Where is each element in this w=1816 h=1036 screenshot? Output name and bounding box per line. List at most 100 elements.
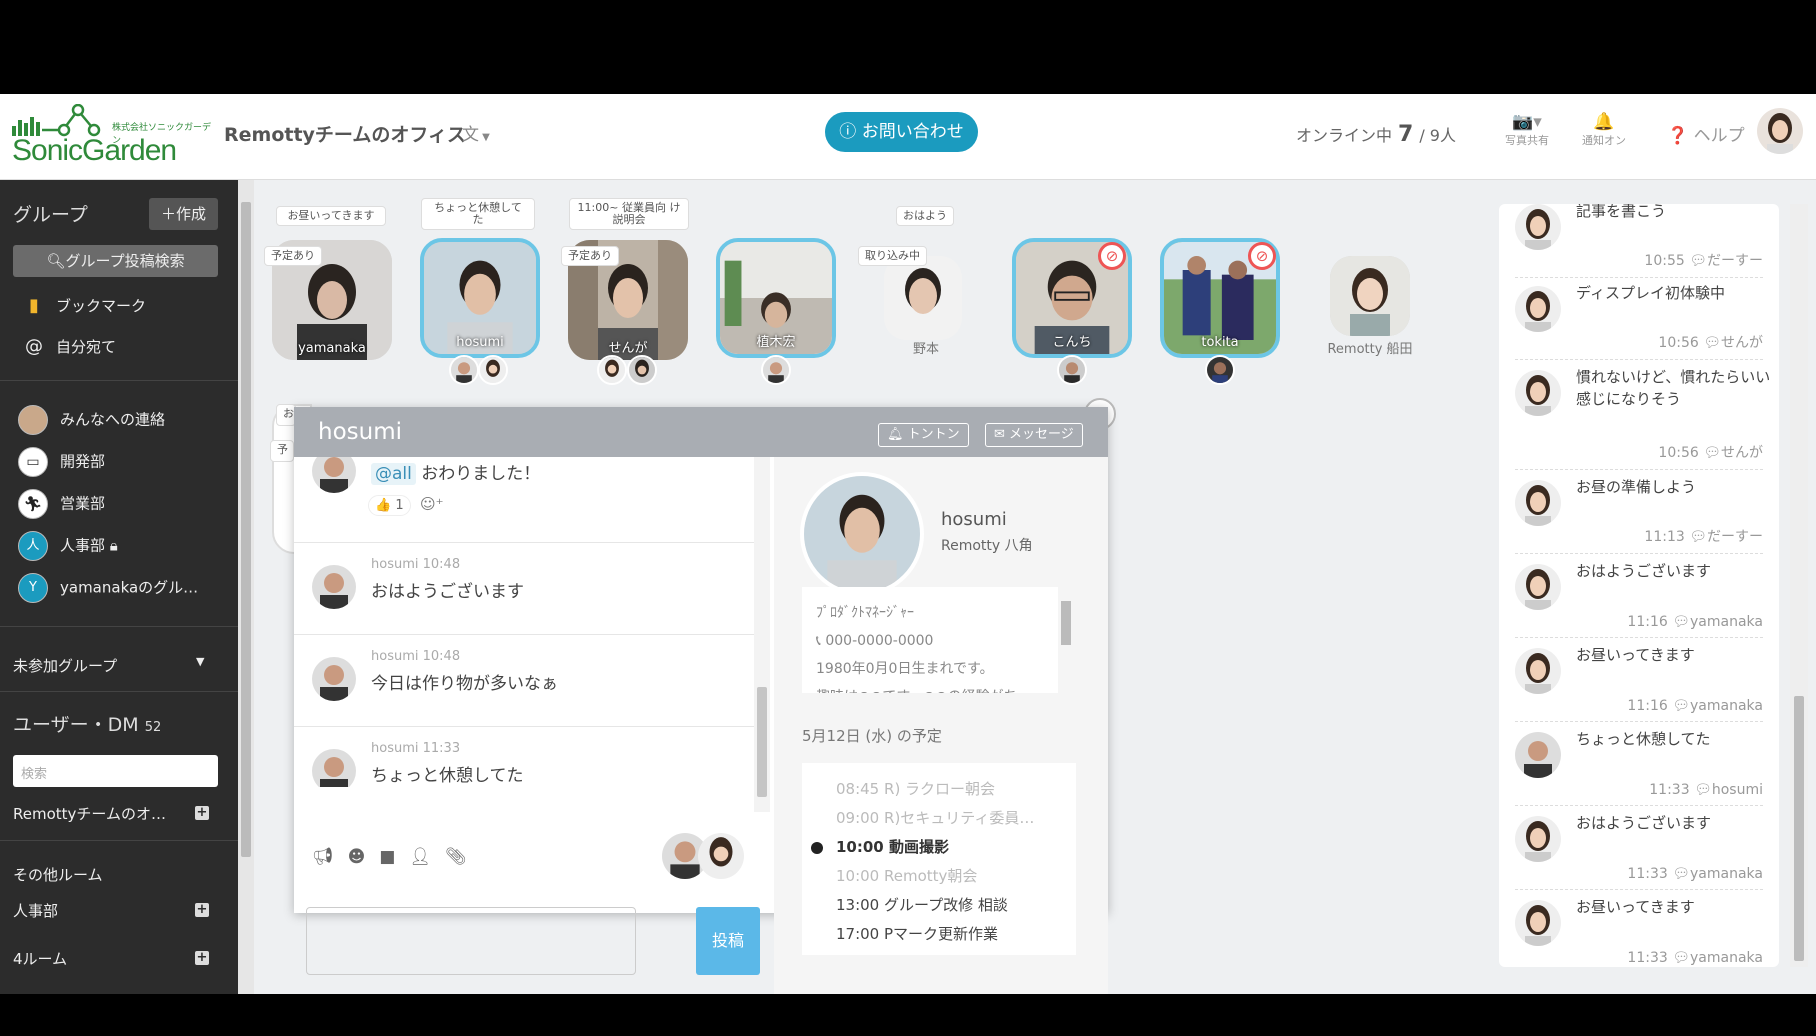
group-post-search-button[interactable]: 🔍︎グループ投稿検索 [13,245,218,277]
feed-item[interactable]: お昼の準備しよう 11:13 💬︎だーすー [1499,470,1779,554]
unjoined-groups-toggle[interactable]: 未参加グループ ▼ [13,655,204,676]
feed-meta: 11:16 💬︎yamanaka [1627,698,1763,714]
add-room-button[interactable]: + [195,951,209,965]
comment-icon: 💬︎ [1672,614,1691,630]
status-bubble: お [276,404,296,426]
top-bar: 株式会社ソニックガーデン SonicGarden Remottyチームのオフィス… [0,94,1816,180]
schedule-item-current[interactable]: 10:00 動画撮影 [802,833,1076,862]
camera-icon: 📷▾ [1512,112,1542,132]
video-icon[interactable]: ■ [379,847,395,867]
logo-text: SonicGarden [12,134,177,167]
tonton-button[interactable]: 🔔︎ トントン [878,423,969,447]
feed-user: せんが [1721,445,1763,461]
feed-item[interactable]: ディスプレイ初体験中 10:56 💬︎せんが [1499,276,1779,360]
help-link[interactable]: ❓ ヘルプ [1667,121,1745,146]
online-label: オンライン中 [1296,126,1393,145]
message-body: おはようございます [371,582,524,602]
sidebar-item-group-all[interactable]: みんなへの連絡 [18,405,165,435]
scroll-thumb[interactable] [1794,696,1804,961]
create-group-button[interactable]: ＋作成 [149,198,218,230]
schedule-item[interactable]: 13:00 グループ改修 相談 [802,891,1076,920]
scroll-thumb[interactable] [757,687,767,797]
profile-info[interactable]: ﾌﾟﾛﾀﾞｸﾄﾏﾈｰｼﾞｬｰ 📞︎ 000-0000-0000 1980年0月0… [802,587,1058,693]
member-name: せんが [608,341,648,356]
schedule-item[interactable]: 10:00 Remotty朝会 [802,862,1076,891]
member-tile-nomoto[interactable] [884,256,962,340]
sidebar-scrollbar[interactable] [238,180,254,994]
scroll-thumb[interactable] [241,202,251,857]
notify-button[interactable]: 🔔 通知オン [1574,112,1634,148]
composer-toolbar: 📢︎ ☻ ■ 👤︎ 📎︎ [312,847,481,867]
add-room-button[interactable]: + [195,806,209,820]
schedule-item[interactable]: 08:45 R) ラクロー朝会 [802,775,1076,804]
feed-item[interactable]: おはようございます 11:33 💬︎yamanaka [1499,806,1779,890]
schedule-time: 13:00 [836,896,880,914]
post-button[interactable]: 投稿 [696,907,760,975]
message-list[interactable]: @all おわりました！ 👍 1 ☺⁺ hosumi 10:48 おはようござい… [294,457,754,787]
sidebar-item-group-hr[interactable]: 人人事部 🔒︎ [18,531,118,561]
schedule-tag: 予定あり [264,246,322,266]
activity-feed: 記事を書こう 10:55 💬︎だーすー ディスプレイ初体験中 10:56 💬︎せんが慣… [1499,204,1779,967]
add-reaction-icon[interactable]: ☺⁺ [420,495,444,513]
users-dm-heading: ユーザー・DM 52 [13,710,161,737]
feed-scrollbar[interactable] [1790,204,1808,967]
my-avatar[interactable] [1757,108,1803,154]
member-photo [884,256,962,340]
feed-item[interactable]: おはようございます 11:16 💬︎yamanaka [1499,554,1779,638]
status-bubble: ちょっと休憩して た [421,198,535,230]
photo-share-button[interactable]: 📷▾ 写真共有 [1497,112,1557,148]
profile-info-scrollbar[interactable] [1058,587,1074,693]
sidebar-item-group-sales[interactable]: 🏃︎ 営業部 [18,489,105,519]
feed-time: 11:33 [1649,782,1690,798]
group-avatar [18,405,48,435]
emoji-icon[interactable]: ☻ [348,847,366,867]
megaphone-icon[interactable]: 📢︎ [312,847,334,867]
office-room-item[interactable]: Remottyチームのオ… [13,803,166,824]
sidebar-item-group-dev[interactable]: ▭ 開発部 [18,447,105,477]
viewer-avatar [1205,355,1235,385]
feed-item[interactable]: 記事を書こう 10:55 💬︎だーすー [1499,204,1779,278]
do-not-disturb-icon: ⊘ [1248,242,1276,270]
sidebar-item-group-yamanaka[interactable]: Yyamanakaのグル… [18,573,198,603]
company-logo[interactable]: 株式会社ソニックガーデン SonicGarden [12,104,212,167]
do-not-disturb-icon: ⊘ [1098,242,1126,270]
mention-tag[interactable]: @all [371,463,416,485]
comment-icon: 💬︎ [1694,782,1712,798]
user-search-input[interactable]: 検索 [13,755,218,787]
schedule-item[interactable]: 09:00 R)セキュリティ委員… [802,804,1076,833]
member-tile-funada[interactable] [1330,256,1410,336]
member-tile-hosumi[interactable]: hosumi [420,238,540,358]
viewer-avatar [449,355,479,385]
sidebar-item-bookmark[interactable]: ▮ ブックマーク [22,295,146,316]
reaction-count: 1 [395,498,404,513]
message-author: hosumi [371,557,419,572]
room-item-hr[interactable]: 人事部 [13,900,58,921]
message-button[interactable]: ✉ メッセージ [985,423,1083,447]
schedule-item[interactable]: 17:00 Pマーク更新作業 [802,920,1076,949]
member-name: tokita [1201,335,1239,350]
message-item: @all おわりました！ 👍 1 ☺⁺ [294,457,754,543]
search-icon: 🔍︎ [46,252,66,270]
message-input[interactable] [306,907,636,975]
message-scrollbar[interactable] [754,457,770,812]
feed-text: ちょっと休憩してた [1576,730,1711,748]
feed-item[interactable]: 慣れないけど、慣れたらいい感じになりそう 10:56 💬︎せんが [1499,360,1779,470]
message-body: 今日は作り物が多いなぁ [371,674,558,694]
message-item: hosumi 10:48 おはようございます [294,543,754,635]
feed-item[interactable]: お昼いってきます 11:33 💬︎yamanaka [1499,890,1779,967]
person-icon[interactable]: 👤︎ [409,847,431,867]
add-room-button[interactable]: + [195,903,209,917]
sidebar-item-mentions[interactable]: @ 自分宛て [22,336,116,357]
member-tile-ueki[interactable]: 植木宏 [716,238,836,358]
feed-item[interactable]: ちょっと休憩してた 11:33 💬︎hosumi [1499,722,1779,806]
message-author: hosumi [371,741,419,756]
office-switch-dropdown[interactable]: ⽂ ▼ [462,120,490,145]
feed-item[interactable]: お昼いってきます 11:16 💬︎yamanaka [1499,638,1779,722]
reaction-like[interactable]: 👍 1 [368,495,411,516]
contact-button[interactable]: ⓘ お問い合わせ [825,112,978,152]
attachment-icon[interactable]: 📎︎ [445,847,467,867]
comment-icon: 💬︎ [1703,335,1721,351]
divider [0,840,238,841]
message-time: 10:48 [422,557,461,572]
room-item-4room[interactable]: 4ルーム [13,948,67,969]
